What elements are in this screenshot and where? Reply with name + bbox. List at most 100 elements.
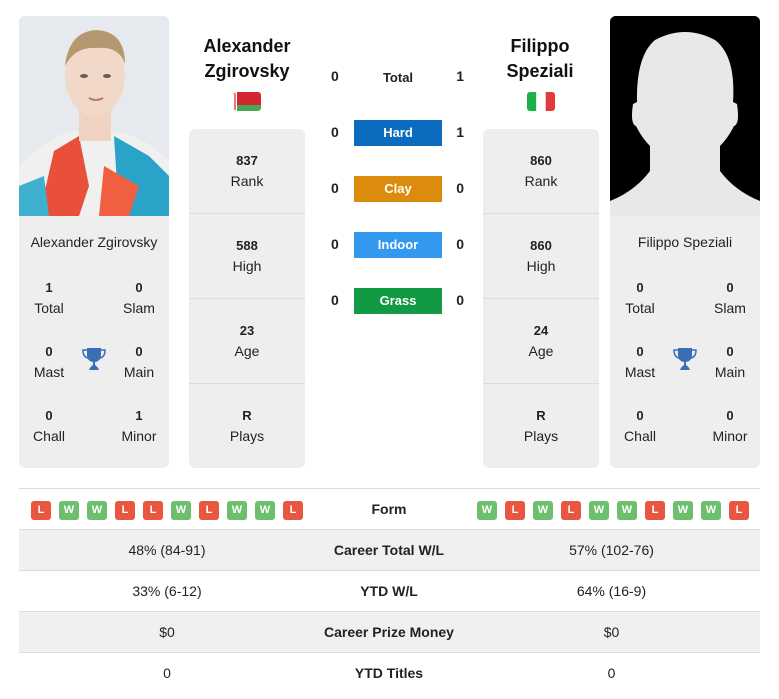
player-left-form: LWWLLWLWWL [31,501,303,520]
form-loss-badge[interactable]: L [561,501,581,520]
stat-age: 23 Age [189,299,305,384]
surface-indoor-button[interactable]: Indoor [354,232,442,258]
belarus-flag-icon [233,92,261,111]
titles-slam: 0 Slam [714,280,746,316]
table-row: $0 Career Prize Money $0 [19,612,760,653]
table-row: 33% (6-12) YTD W/L 64% (16-9) [19,571,760,612]
h2h-grass-left: 0 [331,292,339,308]
stat-plays: R Plays [229,408,265,444]
row-right-value: $0 [603,624,620,640]
h2h-total-left: 0 [331,68,339,84]
row-left-value: 33% (6-12) [132,583,202,599]
form-loss-badge[interactable]: L [115,501,135,520]
form-loss-badge[interactable]: L [645,501,665,520]
titles-slam: 0 Slam [123,280,155,316]
row-left-value: 48% (84-91) [128,542,206,558]
stat-high: 588 High [189,214,305,299]
player-left-last-name: Zgirovsky [204,61,290,81]
form-loss-badge[interactable]: L [505,501,525,520]
player-left-name[interactable]: Alexander Zgirovsky [182,34,312,84]
form-win-badge[interactable]: W [59,501,79,520]
form-win-badge[interactable]: W [533,501,553,520]
h2h-clay-right: 0 [456,180,464,196]
italy-flag-icon [527,92,555,111]
h2h-indoor-row: 0 Indoor 0 [325,232,470,258]
stat-age: 24 Age [483,299,599,384]
form-label: Form [371,501,407,517]
titles-total: 0 Total [625,280,655,316]
stat-high: 860 High [483,214,599,299]
form-loss-badge[interactable]: L [31,501,51,520]
row-label: Career Total W/L [333,542,445,558]
silhouette-icon [610,16,760,216]
h2h-indoor-right: 0 [456,236,464,252]
player-left-first-name: Alexander [203,36,291,56]
titles-masters: 0 Mast [624,344,656,380]
form-win-badge[interactable]: W [255,501,275,520]
row-label: YTD Titles [354,665,424,681]
h2h-hard-right: 1 [456,124,464,140]
h2h-clay-row: 0 Clay 0 [325,176,470,202]
form-win-badge[interactable]: W [171,501,191,520]
titles-challenger: 0 Chall [624,408,656,444]
titles-total: 1 Total [34,280,64,316]
form-win-badge[interactable]: W [87,501,107,520]
trophy-icon [82,348,106,370]
form-loss-badge[interactable]: L [729,501,749,520]
h2h-hard-row: 0 Hard 1 [325,120,470,146]
player-right-last-name: Speziali [506,61,574,81]
form-win-badge[interactable]: W [589,501,609,520]
h2h-total-row: 0 Total 1 [325,64,470,90]
player-right-first-name: Filippo [510,36,570,56]
form-win-badge[interactable]: W [227,501,247,520]
player-left-card-name: Alexander Zgirovsky [30,234,158,250]
trophy-icon [673,348,697,370]
h2h-grass-row: 0 Grass 0 [325,288,470,314]
titles-main: 0 Main [123,344,155,380]
player-left-photo [19,16,169,216]
stat-rank: 837 Rank [189,129,305,214]
titles-main: 0 Main [714,344,746,380]
player-right-photo [610,16,760,216]
form-loss-badge[interactable]: L [283,501,303,520]
surface-hard-button[interactable]: Hard [354,120,442,146]
player-right-form: WLWLWWLWWL [477,501,749,520]
player-left-stats: 837 Rank 588 High 23 Age R Plays [189,129,305,468]
form-row: LWWLLWLWWL Form WLWLWWLWWL [19,489,760,530]
form-win-badge[interactable]: W [673,501,693,520]
row-label: Career Prize Money [324,624,454,640]
h2h-clay-left: 0 [331,180,339,196]
row-label: YTD W/L [360,583,418,599]
player-right-name[interactable]: Filippo Speziali [475,34,605,84]
h2h-indoor-left: 0 [331,236,339,252]
h2h-hard-left: 0 [331,124,339,140]
titles-minor: 1 Minor [121,408,157,444]
player-right-card-name: Filippo Speziali [637,234,733,250]
titles-minor: 0 Minor [712,408,748,444]
titles-masters: 0 Mast [33,344,65,380]
surface-clay-button[interactable]: Clay [354,176,442,202]
h2h-total-label: Total [382,70,414,85]
row-right-value: 57% (102-76) [569,542,654,558]
player-right-stats: 860 Rank 860 High 24 Age R Plays [483,129,599,468]
player-left-titles-card: Alexander Zgirovsky 1 Total 0 Slam 0 Mast 0… [19,216,169,468]
form-win-badge[interactable]: W [617,501,637,520]
stat-plays: R Plays [523,408,559,444]
row-right-value: 0 [607,665,616,681]
table-row: 48% (84-91) Career Total W/L 57% (102-76… [19,530,760,571]
form-win-badge[interactable]: W [701,501,721,520]
form-loss-badge[interactable]: L [143,501,163,520]
h2h-grass-right: 0 [456,292,464,308]
surface-grass-button[interactable]: Grass [354,288,442,314]
titles-challenger: 0 Chall [33,408,65,444]
player-left-photo-image [19,16,169,216]
row-left-value: $0 [159,624,175,640]
form-win-badge[interactable]: W [477,501,497,520]
form-loss-badge[interactable]: L [199,501,219,520]
player-right-titles-card: Filippo Speziali 0 Total 0 Slam 0 Mast 0 Mai… [610,216,760,468]
comparison-table: LWWLLWLWWL Form WLWLWWLWWL 48% (84-91) C… [19,488,760,694]
stat-rank: 860 Rank [483,129,599,214]
row-left-value: 0 [163,665,171,681]
row-right-value: 64% (16-9) [576,583,647,599]
h2h-total-right: 1 [456,68,464,84]
